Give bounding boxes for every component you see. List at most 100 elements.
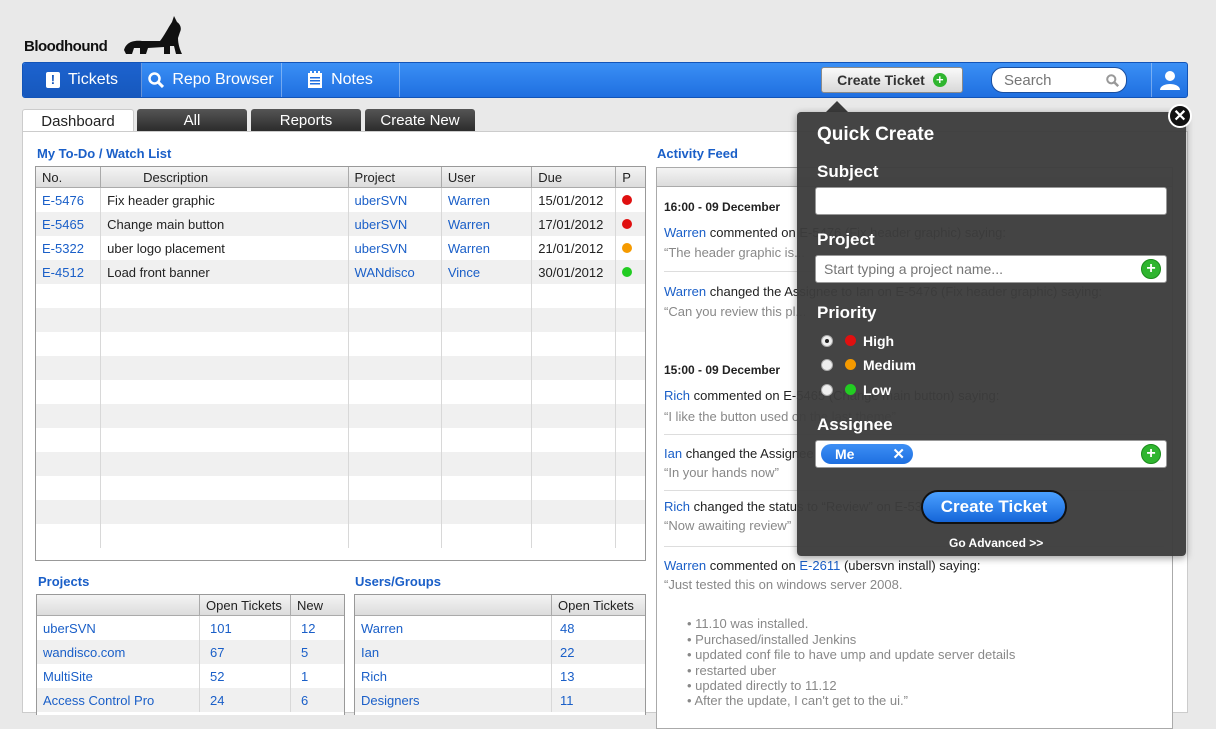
col-due[interactable]: Due — [531, 167, 617, 188]
nav-repo-browser[interactable]: Repo Browser — [141, 63, 282, 97]
go-advanced-link[interactable]: Go Advanced >> — [949, 536, 1043, 550]
add-project-icon[interactable]: + — [1141, 259, 1161, 279]
table-cell[interactable]: 13 — [552, 664, 646, 688]
table-cell[interactable]: Designers — [355, 688, 552, 712]
col-user-open-tickets[interactable]: Open Tickets — [551, 595, 645, 616]
col-user[interactable]: User — [441, 167, 533, 188]
cell-name[interactable]: Ian — [361, 645, 379, 660]
table-cell[interactable] — [36, 308, 102, 332]
table-cell[interactable] — [348, 524, 442, 548]
nav-tickets[interactable]: ! Tickets — [23, 63, 142, 97]
feed-user-link[interactable]: Warren — [664, 225, 706, 240]
cell-no[interactable]: E-4512 — [42, 265, 84, 280]
cell-project[interactable]: uberSVN — [355, 193, 408, 208]
close-icon[interactable]: ✕ — [1168, 104, 1192, 128]
cell-user[interactable]: Warren — [448, 241, 490, 256]
table-cell[interactable]: uberSVN — [348, 212, 442, 236]
cell-name[interactable]: wandisco.com — [43, 645, 125, 660]
table-cell[interactable]: Warren — [441, 187, 533, 212]
table-row[interactable]: wandisco.com 67 5 — [37, 640, 344, 664]
cell-user[interactable]: Vince — [448, 265, 480, 280]
table-cell[interactable]: Access Control Pro — [37, 688, 200, 712]
table-row[interactable] — [36, 500, 645, 524]
table-cell[interactable]: 5 — [290, 640, 344, 664]
table-cell[interactable]: 1 — [291, 664, 345, 688]
table-cell[interactable] — [348, 380, 442, 404]
table-row[interactable]: MultiSite 52 1 — [37, 664, 344, 688]
table-row[interactable]: Ian 22 — [355, 640, 645, 664]
create-ticket-submit-button[interactable]: Create Ticket — [921, 490, 1067, 524]
col-no[interactable]: No. — [36, 167, 102, 188]
table-cell[interactable] — [36, 524, 102, 548]
table-row[interactable]: Access Control Pro 24 6 — [37, 688, 344, 712]
feed-user-link[interactable]: Rich — [664, 499, 690, 514]
feed-user-link[interactable]: Warren — [664, 558, 706, 573]
table-cell[interactable]: 67 — [199, 640, 291, 664]
table-cell[interactable] — [441, 500, 533, 524]
cell-user[interactable]: Warren — [448, 217, 490, 232]
col-open-tickets[interactable]: Open Tickets — [199, 595, 291, 616]
priority-radio-low[interactable] — [821, 384, 833, 396]
table-cell[interactable] — [36, 452, 102, 476]
table-cell[interactable]: E-5322 — [36, 236, 102, 260]
table-cell[interactable] — [348, 500, 442, 524]
cell-new[interactable]: 6 — [301, 693, 308, 708]
table-cell[interactable]: 24 — [199, 688, 291, 712]
cell-name[interactable]: Rich — [361, 669, 387, 684]
table-cell[interactable]: E-5476 — [36, 187, 102, 212]
table-cell[interactable]: Warren — [355, 615, 552, 640]
table-cell[interactable] — [36, 332, 102, 356]
table-cell[interactable]: Vince — [441, 260, 533, 284]
table-row[interactable]: E-4512 Load front banner WANdisco Vince 30/0… — [36, 260, 645, 284]
remove-icon[interactable]: ✕ — [892, 445, 905, 463]
cell-open[interactable]: 48 — [560, 621, 574, 636]
logo[interactable]: Bloodhound — [22, 10, 192, 56]
cell-open[interactable]: 24 — [210, 693, 224, 708]
table-cell[interactable] — [441, 356, 533, 380]
table-cell[interactable]: Rich — [355, 664, 552, 688]
table-row[interactable]: Designers 11 — [355, 688, 645, 712]
cell-open[interactable]: 101 — [210, 621, 232, 636]
priority-radio-medium[interactable] — [821, 359, 833, 371]
feed-ticket-link[interactable]: E-2611 — [799, 558, 840, 573]
search-icon[interactable] — [1106, 73, 1119, 87]
table-cell[interactable]: uberSVN — [348, 236, 442, 260]
table-cell[interactable] — [348, 284, 442, 308]
table-row[interactable]: E-5476 Fix header graphic uberSVN Warren 15/… — [36, 187, 645, 212]
assignee-chip[interactable]: Me ✕ — [821, 444, 913, 464]
cell-open[interactable]: 22 — [560, 645, 574, 660]
cell-name[interactable]: uberSVN — [43, 621, 96, 636]
feed-user-link[interactable]: Rich — [664, 388, 690, 403]
table-row[interactable] — [36, 356, 645, 380]
table-cell[interactable] — [36, 500, 102, 524]
table-cell[interactable] — [36, 428, 102, 452]
cell-no[interactable]: E-5476 — [42, 193, 84, 208]
table-cell[interactable]: WANdisco — [348, 260, 442, 284]
add-assignee-icon[interactable]: + — [1141, 444, 1161, 464]
table-row[interactable] — [36, 524, 645, 548]
col-description[interactable]: Description — [100, 167, 349, 188]
table-cell[interactable]: wandisco.com — [37, 640, 200, 664]
feed-user-link[interactable]: Ian — [664, 446, 682, 461]
cell-project[interactable]: WANdisco — [355, 265, 415, 280]
table-cell[interactable]: 48 — [552, 616, 646, 641]
feed-user-link[interactable]: Warren — [664, 284, 706, 299]
cell-project[interactable]: uberSVN — [355, 241, 408, 256]
table-cell[interactable]: Warren — [441, 236, 533, 260]
table-cell[interactable] — [348, 356, 442, 380]
cell-new[interactable]: 5 — [301, 645, 308, 660]
table-cell[interactable] — [441, 332, 533, 356]
search-box[interactable] — [991, 67, 1127, 93]
col-new[interactable]: New — [290, 595, 344, 616]
table-cell[interactable]: 22 — [551, 640, 645, 664]
cell-new[interactable]: 1 — [301, 669, 308, 684]
user-menu[interactable] — [1151, 63, 1188, 97]
table-cell[interactable] — [441, 284, 533, 308]
table-cell[interactable] — [441, 428, 533, 452]
table-row[interactable] — [36, 308, 645, 332]
table-cell[interactable]: Warren — [441, 212, 533, 236]
create-ticket-button[interactable]: Create Ticket + — [821, 67, 963, 93]
table-cell[interactable] — [36, 404, 102, 428]
table-cell[interactable] — [36, 380, 102, 404]
table-cell[interactable] — [348, 452, 442, 476]
